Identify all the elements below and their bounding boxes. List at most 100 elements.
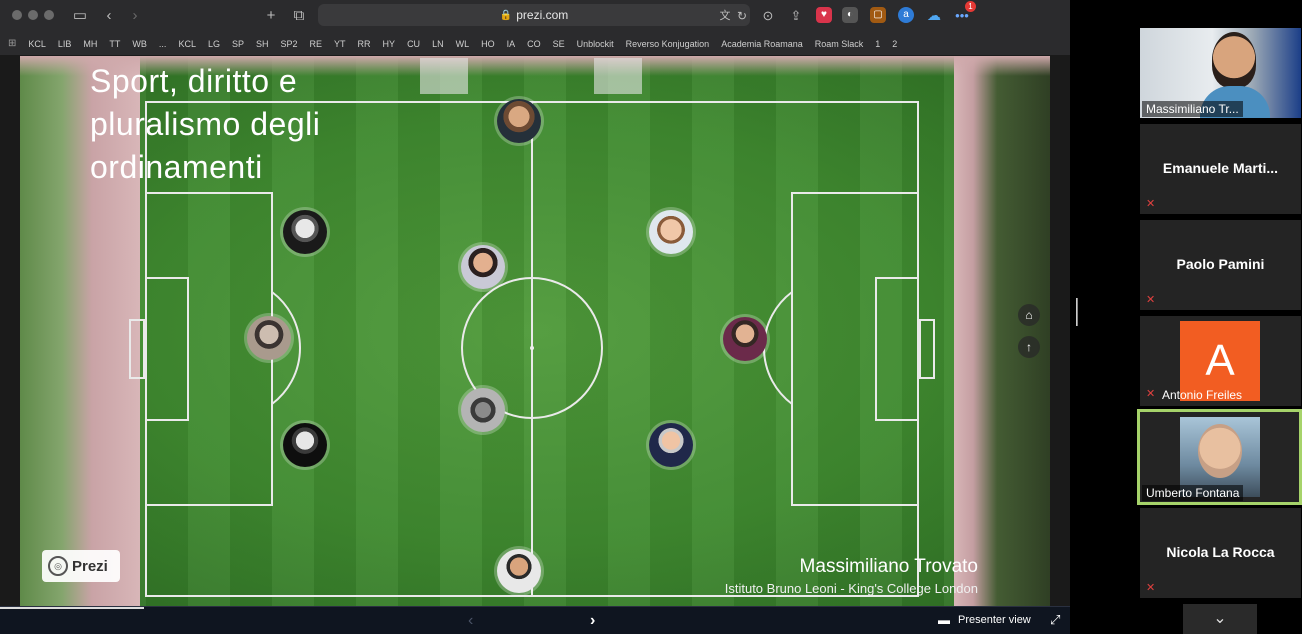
slide-title: Sport, diritto e pluralismo degli ordina… (90, 63, 321, 185)
participant-face (1212, 32, 1256, 88)
bookmark-item[interactable]: HY (383, 39, 396, 49)
lock-icon: 🔒 (499, 9, 513, 21)
bookmark-item[interactable]: IA (507, 39, 516, 49)
bookmark-item[interactable]: KCL (28, 39, 46, 49)
bookmark-item[interactable]: Roam Slack (815, 39, 864, 49)
browser-toolbar: ▭ ‹ › + ⧉ 🔒 prezi.com 文 ↻ ⊙ ⇪ ♥ ◐ ▢ a ☁ … (0, 0, 1070, 32)
bookmark-item[interactable]: Academia Roamana (721, 39, 803, 49)
bookmark-item[interactable]: RR (358, 39, 371, 49)
participant-name: Nicola La Rocca (1166, 544, 1275, 560)
player-photo[interactable] (646, 207, 696, 257)
notification-badge: 1 (965, 1, 976, 12)
bookmark-item[interactable]: Reverso Konjugation (626, 39, 710, 49)
fullscreen-icon[interactable]: ⤢ (1050, 612, 1060, 628)
bookmark-item[interactable]: LG (208, 39, 220, 49)
bookmark-item[interactable]: LN (432, 39, 444, 49)
panel-splitter-handle[interactable] (1076, 298, 1078, 326)
address-bar[interactable]: 🔒 prezi.com (318, 4, 750, 26)
bookmark-item[interactable]: 1 (875, 39, 880, 49)
player-photo[interactable] (494, 546, 544, 596)
presenter-view-icon: ▬ (938, 613, 950, 627)
prezi-logo-icon: ◎ (48, 556, 68, 576)
cloud-extension-icon[interactable]: ☁ (926, 7, 942, 23)
translate-icon[interactable]: 文 (716, 6, 734, 26)
bookmark-item[interactable]: TT (109, 39, 120, 49)
mic-muted-icon: ✕ (1146, 198, 1156, 210)
bookmark-item[interactable]: SP2 (281, 39, 298, 49)
presenter-name: Massimiliano Trovato (799, 556, 978, 577)
bookmark-item[interactable]: HO (481, 39, 495, 49)
reload-icon[interactable]: ↻ (735, 6, 749, 26)
participant-tile-umberto[interactable]: Umberto Fontana (1137, 409, 1302, 505)
bookmark-item[interactable]: YT (334, 39, 346, 49)
bookmark-item[interactable]: LIB (58, 39, 72, 49)
close-window-button[interactable] (12, 10, 22, 20)
sidebar-icon[interactable]: ▭ (70, 6, 90, 26)
download-icon[interactable]: ⊙ (760, 6, 776, 26)
bookmark-item[interactable]: MH (83, 39, 97, 49)
home-icon[interactable]: ⌂ (1018, 304, 1040, 326)
forward-icon[interactable]: › (126, 6, 144, 26)
bookmark-item[interactable]: SP (232, 39, 244, 49)
participant-tile-emanuele[interactable]: Emanuele Marti... ✕ (1140, 124, 1301, 214)
shield-icon[interactable]: ◐ (842, 7, 858, 23)
prezi-presentation: Sport, diritto e pluralismo degli ordina… (0, 56, 1070, 606)
next-step-icon[interactable]: › (590, 611, 595, 631)
new-tab-icon[interactable]: + (262, 6, 280, 26)
participant-name: Emanuele Marti... (1162, 160, 1279, 176)
presenter-view-button[interactable]: ▬ Presenter view (938, 613, 1031, 627)
presentation-progress (0, 607, 144, 609)
desktop: ▭ ‹ › + ⧉ 🔒 prezi.com 文 ↻ ⊙ ⇪ ♥ ◐ ▢ a ☁ … (0, 0, 1302, 634)
participant-face (1198, 424, 1242, 478)
tab-overview-icon[interactable]: ⧉ (290, 6, 308, 26)
player-photo[interactable] (244, 313, 294, 363)
mic-muted-icon: ✕ (1146, 582, 1156, 594)
presenter-institution: Istituto Bruno Leoni - King's College Lo… (724, 581, 978, 596)
participant-tile-paolo[interactable]: Paolo Pamini ✕ (1140, 220, 1301, 310)
bookmark-item[interactable]: WL (456, 39, 470, 49)
share-icon[interactable]: ⇪ (788, 6, 804, 26)
participant-tile-massimiliano[interactable]: Massimiliano Tr... (1140, 28, 1301, 118)
previous-step-icon[interactable]: ‹ (468, 611, 473, 631)
bookmark-item[interactable]: CO (527, 39, 541, 49)
prezi-logo-text: Prezi (72, 557, 108, 575)
bookmark-item[interactable]: WB (132, 39, 147, 49)
player-photo[interactable] (280, 207, 330, 257)
participant-name: Paolo Pamini (1176, 256, 1265, 272)
presentation-control-bar: ‹ › ▬ Presenter view ⤢ (0, 606, 1070, 634)
participant-name-label: Antonio Freiles (1162, 388, 1243, 402)
participant-tile-nicola[interactable]: Nicola La Rocca ✕ (1140, 508, 1301, 598)
gallery-scroll-down-button[interactable]: ⌄ (1183, 604, 1257, 634)
prezi-logo[interactable]: ◎ Prezi (42, 550, 120, 582)
participant-name-label: Umberto Fontana (1142, 485, 1244, 501)
presenter-view-label: Presenter view (958, 614, 1031, 626)
player-photo[interactable] (494, 96, 544, 146)
back-icon[interactable]: ‹ (100, 6, 118, 26)
bookmark-item[interactable]: KCL (178, 39, 196, 49)
notes-extension-icon[interactable]: ▢ (870, 7, 886, 23)
player-photo[interactable] (280, 420, 330, 470)
participant-tile-antonio[interactable]: A ✕ Antonio Freiles (1140, 316, 1301, 406)
bookmark-item[interactable]: Unblockit (577, 39, 614, 49)
zoom-out-icon[interactable]: ↑ (1018, 336, 1040, 358)
bookmark-item[interactable]: 2 (892, 39, 897, 49)
minimize-window-button[interactable] (28, 10, 38, 20)
mic-muted-icon: ✕ (1146, 294, 1156, 306)
apps-grid-icon[interactable]: ⊞ (8, 38, 16, 49)
bookmark-item[interactable]: CU (407, 39, 420, 49)
bookmark-item[interactable]: RE (310, 39, 323, 49)
player-photo[interactable] (646, 420, 696, 470)
bookmark-item[interactable]: ... (159, 39, 167, 49)
zoom-window-button[interactable] (44, 10, 54, 20)
abp-extension-icon[interactable]: a (898, 7, 914, 23)
bookmark-item[interactable]: SE (553, 39, 565, 49)
player-photo[interactable] (458, 385, 508, 435)
pocket-icon[interactable]: ♥ (816, 7, 832, 23)
browser-window: ▭ ‹ › + ⧉ 🔒 prezi.com 文 ↻ ⊙ ⇪ ♥ ◐ ▢ a ☁ … (0, 0, 1070, 634)
player-photo[interactable] (458, 242, 508, 292)
bookmark-item[interactable]: SH (256, 39, 269, 49)
bookmarks-bar: ⊞ KCL LIB MH TT WB... KCL LG SP SH SP2 RE YT RR HY CU L… (0, 32, 1070, 56)
url-text: prezi.com (516, 8, 569, 22)
participant-name-label: Massimiliano Tr... (1142, 101, 1243, 117)
player-photo[interactable] (720, 314, 770, 364)
